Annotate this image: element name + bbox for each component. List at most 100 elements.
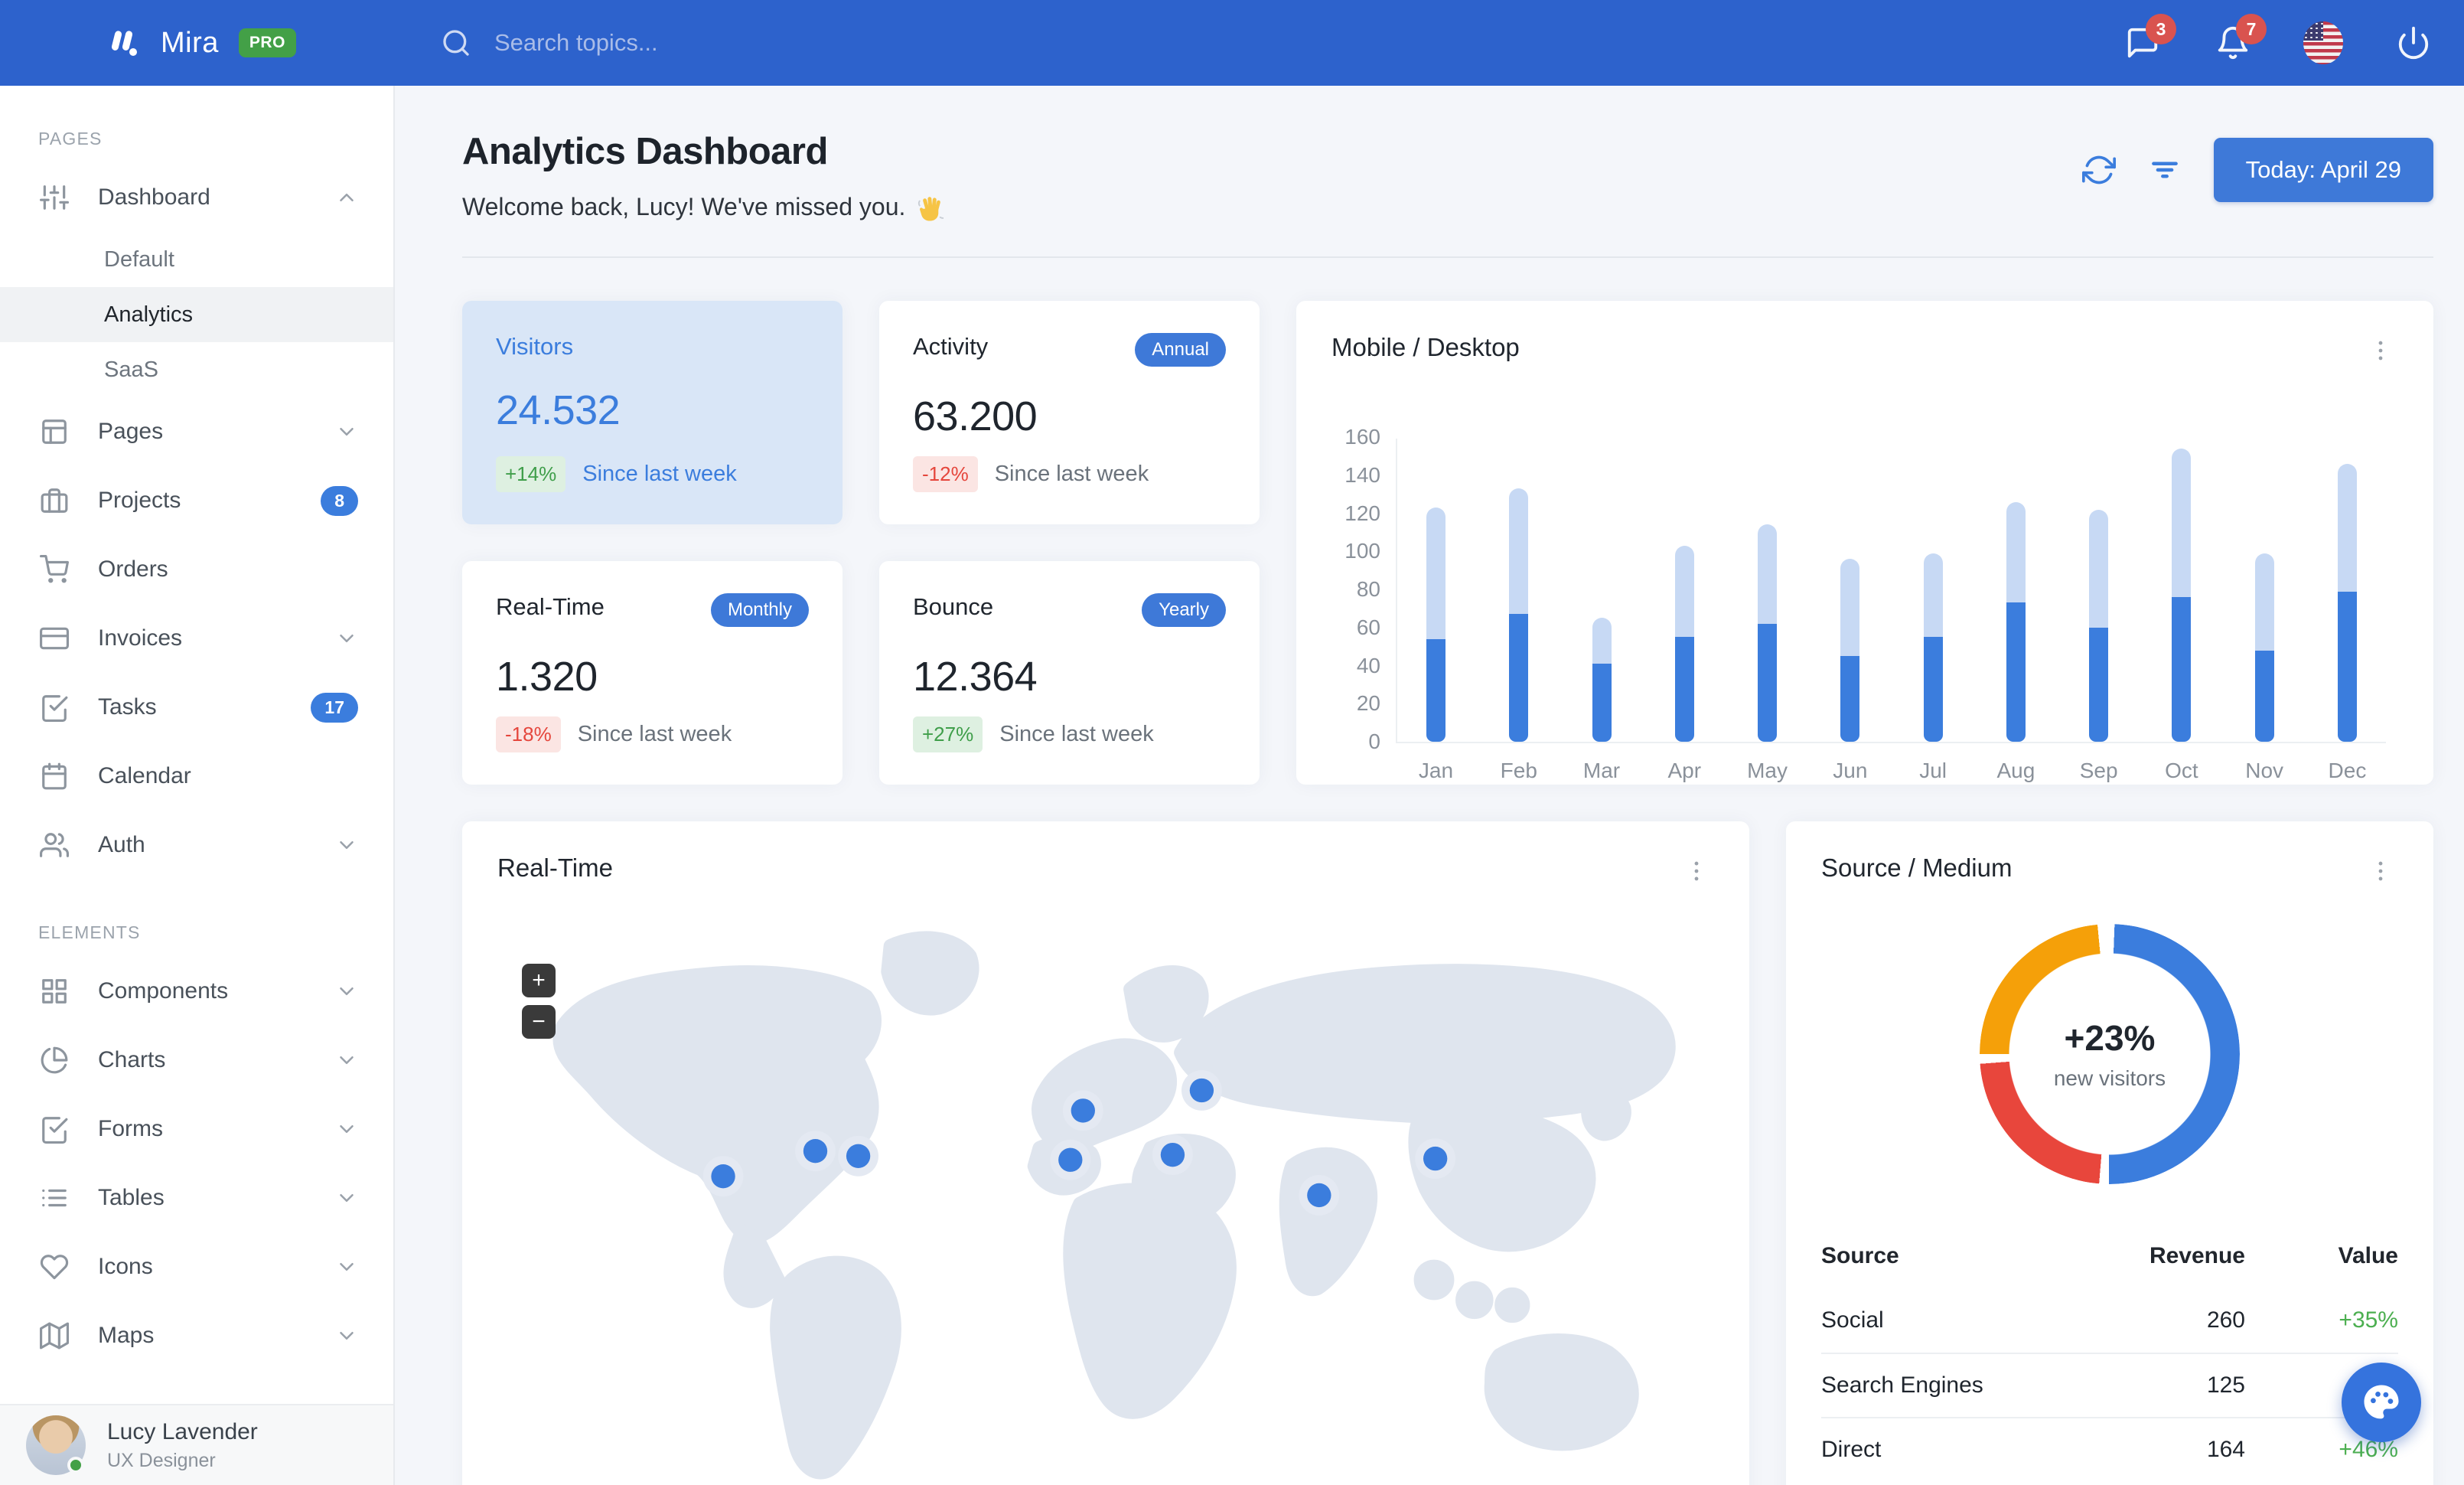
brand[interactable]: Mira PRO [0,26,395,60]
sidebar-item-label: Components [98,978,229,1004]
sidebar-item-charts[interactable]: Charts [0,1026,393,1095]
briefcase-icon [40,486,69,515]
sidebar-item-tables[interactable]: Tables [0,1164,393,1232]
mobile-segment [1923,637,1943,742]
cell-revenue: 125 [2206,1372,2245,1398]
zoom-in-button[interactable]: + [522,964,556,997]
stats-grid: Visitors 24.532 +14% Since last week Act… [462,301,1260,785]
mobile-segment [1509,614,1529,742]
x-tick-label: Jul [1919,759,1947,782]
search-input[interactable] [494,29,953,57]
calendar-icon [40,762,69,791]
map-marker[interactable] [1307,1183,1331,1208]
online-status-dot [67,1457,84,1474]
map-marker[interactable] [1189,1078,1214,1103]
map-zoom-controls: + − [522,964,556,1039]
map-marker[interactable] [846,1144,871,1168]
realtime-map-card: Real-Time + − [462,821,1749,1485]
stat-value: 12.364 [913,654,1038,700]
sidebar-item-forms[interactable]: Forms [0,1095,393,1164]
sidebar-item-tasks[interactable]: Tasks 17 [0,673,393,742]
filter-icon[interactable] [2148,153,2182,187]
bar-mar: Mar [1583,439,1620,782]
sidebar-item-projects[interactable]: Projects 8 [0,466,393,535]
mobile-segment [1592,664,1612,742]
mobile-desktop-chart-card: Mobile / Desktop 0 20 40 60 80 100 120 140 160 J… [1296,301,2433,785]
sidebar-item-invoices[interactable]: Invoices [0,604,393,673]
sidebar-item-auth[interactable]: Auth [0,811,393,880]
stat-title: Real-Time [496,593,605,620]
sign-out-button[interactable] [2394,23,2433,63]
chevron-up-icon [335,186,358,209]
desktop-segment [1592,618,1612,664]
sidebar-item-maps[interactable]: Maps [0,1301,393,1370]
today-button[interactable]: Today: April 29 [2213,138,2433,202]
search-icon[interactable] [441,28,471,58]
map-marker[interactable] [1160,1142,1185,1167]
more-vertical-icon[interactable] [2363,853,2398,889]
table-row-direct: Direct 164 +46% [1821,1417,2398,1481]
map-marker[interactable] [803,1139,828,1164]
stat-value: 63.200 [913,393,1038,439]
sidebar-item-dashboard[interactable]: Dashboard [0,163,393,232]
sidebar-subitem-analytics[interactable]: Analytics [0,287,393,342]
shopping-cart-icon [40,555,69,584]
chevron-down-icon [335,627,358,650]
map-marker[interactable] [1058,1147,1083,1172]
desktop-segment [1840,559,1860,657]
bar-sep: Sep [2080,439,2118,782]
sidebar-nav: PAGES Dashboard Default Analytics SaaS Pages P… [0,86,393,1447]
sidebar-subitem-saas[interactable]: SaaS [0,342,393,397]
language-button[interactable] [2303,21,2343,64]
donut-center-caption: new visitors [2053,1066,2166,1090]
map-marker[interactable] [711,1164,735,1189]
check-square-icon [40,693,69,722]
delta-chip: -12% [913,456,978,492]
theme-settings-fab[interactable] [2342,1363,2421,1442]
header-actions: Today: April 29 [2081,138,2433,202]
sidebar-item-label: Calendar [98,763,191,788]
main-content: Analytics Dashboard Welcome back, Lucy! … [395,86,2464,1485]
sidebar-item-badge: 17 [311,692,358,723]
more-vertical-icon[interactable] [1679,853,1714,889]
col-source: Source [1821,1243,1899,1268]
col-value: Value [2338,1243,2398,1268]
sidebar-subitem-default[interactable]: Default [0,232,393,287]
delta-chip: +27% [913,716,983,752]
y-tick-label: 40 [1356,653,1380,677]
sidebar-item-icons[interactable]: Icons [0,1232,393,1301]
y-tick-label: 120 [1344,501,1380,525]
desktop-segment [1923,553,1943,638]
sidebar-item-components[interactable]: Components [0,957,393,1026]
user-name: Lucy Lavender [107,1418,258,1444]
table-row-social: Social 260 +35% [1821,1288,2398,1353]
more-vertical-icon[interactable] [2363,333,2398,368]
donut-center-value: +23% [2064,1018,2156,1058]
map-marker[interactable] [1423,1146,1448,1171]
source-table-header: Source Revenue Value [1821,1224,2398,1288]
sidebar-item-orders[interactable]: Orders [0,535,393,604]
palette-icon [2361,1382,2402,1423]
world-map[interactable] [474,901,1737,1485]
refresh-icon[interactable] [2081,153,2116,187]
messages-badge: 3 [2146,14,2176,44]
y-tick-label: 140 [1344,462,1380,487]
bar-feb: Feb [1501,439,1537,782]
cell-value: +35% [2339,1307,2398,1333]
sidebar-item-pages[interactable]: Pages [0,397,393,466]
sidebar-item-label: Auth [98,832,145,857]
zoom-out-button[interactable]: − [522,1005,556,1039]
top-navbar: Mira PRO 3 7 [0,0,2464,86]
y-tick-label: 60 [1356,615,1380,639]
map-marker[interactable] [1071,1098,1095,1123]
stat-caption: Since last week [999,722,1154,746]
messages-button[interactable]: 3 [2123,14,2176,63]
sidebar-item-calendar[interactable]: Calendar [0,742,393,811]
notifications-button[interactable]: 7 [2213,14,2267,63]
desktop-segment [2172,448,2192,597]
list-icon [40,1183,69,1212]
sidebar-user[interactable]: Lucy Lavender UX Designer [0,1404,393,1485]
page-header: Analytics Dashboard Welcome back, Lucy! … [462,130,2433,221]
x-tick-label: Aug [1996,759,2035,782]
users-icon [40,831,69,860]
